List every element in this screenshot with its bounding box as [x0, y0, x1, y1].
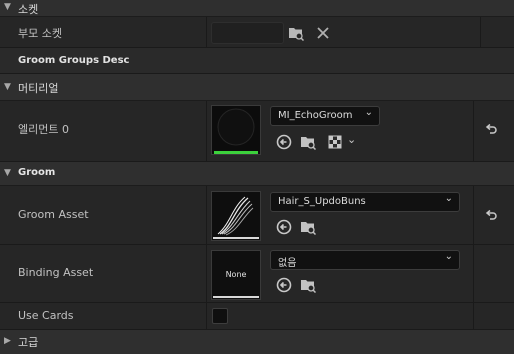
- binding-asset-thumbnail[interactable]: None: [211, 250, 261, 300]
- category-title: 머티리얼: [18, 82, 59, 95]
- triangle-down-icon[interactable]: ▼: [4, 168, 11, 178]
- section-title: Groom Groups Desc: [18, 55, 130, 66]
- arrow-left-circle-icon[interactable]: [276, 134, 292, 150]
- material-dropdown[interactable]: MI_EchoGroom ⌄: [270, 106, 380, 126]
- chevron-down-icon: ⌄: [364, 107, 373, 118]
- groom-asset-thumbnail[interactable]: [211, 191, 261, 241]
- arrow-left-circle-icon[interactable]: [276, 277, 292, 293]
- property-row-binding-asset: Binding Asset None 없음 ⌄: [0, 245, 514, 303]
- category-title: Groom: [18, 167, 56, 178]
- folder-search-icon[interactable]: [300, 277, 316, 293]
- triangle-down-icon[interactable]: ▼: [4, 82, 11, 92]
- folder-search-icon[interactable]: [300, 134, 316, 150]
- dropdown-value: MI_EchoGroom: [278, 110, 353, 121]
- dropdown-value: 없음: [278, 258, 297, 269]
- dropdown-value: Hair_S_UpdoBuns: [278, 196, 366, 207]
- chevron-down-icon: ⌄: [444, 251, 453, 262]
- chevron-down-icon: ⌄: [444, 193, 453, 204]
- category-advanced[interactable]: ▶ 고급: [0, 330, 514, 354]
- property-row-groom-asset: Groom Asset Hair_S_UpdoBuns ⌄: [0, 186, 514, 245]
- thumbnail-none-text: None: [225, 270, 247, 279]
- use-cards-checkbox[interactable]: [212, 308, 228, 324]
- triangle-right-icon[interactable]: ▶: [4, 336, 11, 346]
- close-icon[interactable]: [315, 25, 331, 41]
- category-material[interactable]: ▼ 머티리얼: [0, 74, 514, 101]
- property-row-material-element: 엘리먼트 0 MI_EchoGroom ⌄ ⌄: [0, 101, 514, 162]
- property-label: Groom Asset: [18, 208, 89, 221]
- property-label: Binding Asset: [18, 266, 94, 279]
- reset-arrow-icon[interactable]: [484, 209, 498, 223]
- triangle-down-icon[interactable]: ▼: [4, 2, 11, 12]
- category-title: 소켓: [18, 3, 39, 16]
- material-thumbnail[interactable]: [211, 105, 261, 155]
- property-row-use-cards: Use Cards: [0, 303, 514, 330]
- category-socket[interactable]: ▼ 소켓: [0, 0, 514, 17]
- property-row-parent-socket: 부모 소켓: [0, 17, 514, 48]
- arrow-left-circle-icon[interactable]: [276, 219, 292, 235]
- binding-asset-dropdown[interactable]: 없음 ⌄: [270, 250, 460, 270]
- folder-search-icon[interactable]: [288, 25, 304, 41]
- reset-arrow-icon[interactable]: [484, 123, 498, 137]
- property-label: 엘리먼트 0: [18, 123, 69, 136]
- chevron-down-icon[interactable]: ⌄: [347, 133, 356, 146]
- parent-socket-field[interactable]: [211, 22, 284, 44]
- property-label: Use Cards: [18, 309, 74, 322]
- checkerboard-icon[interactable]: [328, 134, 344, 150]
- groom-asset-dropdown[interactable]: Hair_S_UpdoBuns ⌄: [270, 192, 460, 212]
- folder-search-icon[interactable]: [300, 219, 316, 235]
- category-groom[interactable]: ▼ Groom: [0, 162, 514, 186]
- category-groom-groups-desc[interactable]: Groom Groups Desc: [0, 48, 514, 74]
- category-title: 고급: [18, 336, 39, 349]
- property-label: 부모 소켓: [18, 27, 62, 40]
